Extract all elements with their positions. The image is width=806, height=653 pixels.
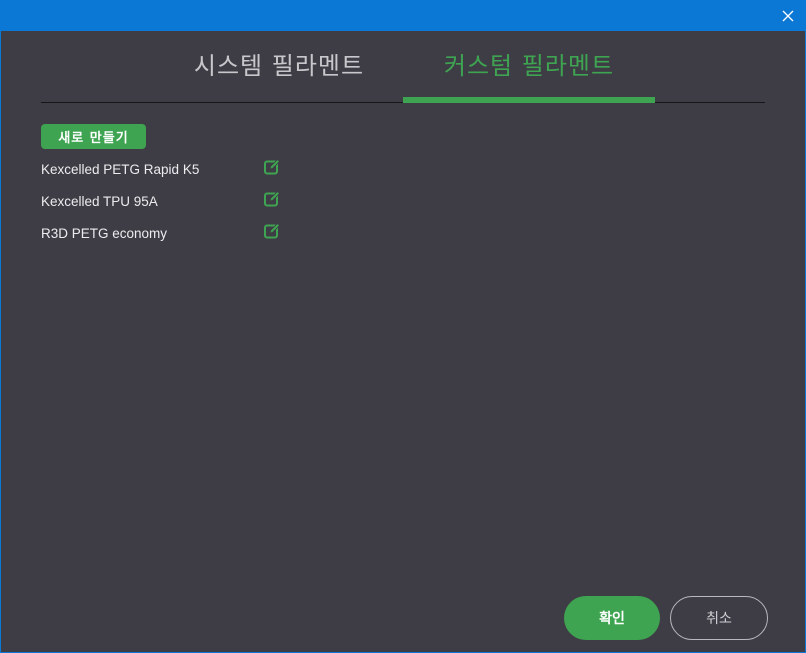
ok-button[interactable]: 확인 [564, 596, 660, 640]
tab-custom-label: 커스텀 필라멘트 [443, 52, 615, 80]
cancel-button[interactable]: 취소 [670, 596, 768, 640]
close-icon [782, 10, 794, 22]
list-item: R3D PETG economy [41, 217, 301, 249]
filament-label: Kexcelled PETG Rapid K5 [41, 161, 200, 177]
close-button[interactable] [777, 5, 799, 27]
edit-icon[interactable] [263, 158, 281, 176]
list-item: Kexcelled PETG Rapid K5 [41, 153, 301, 185]
tab-system-label: 시스템 필라멘트 [193, 52, 365, 80]
active-tab-indicator [403, 97, 655, 103]
title-bar [1, 1, 805, 31]
list-item: Kexcelled TPU 95A [41, 185, 301, 217]
tab-custom-filament[interactable]: 커스텀 필라멘트 [403, 31, 655, 102]
filament-label: Kexcelled TPU 95A [41, 193, 158, 209]
new-filament-button[interactable]: 새로 만들기 [41, 124, 146, 149]
filament-label: R3D PETG economy [41, 225, 168, 241]
edit-icon[interactable] [263, 190, 281, 208]
tab-bar: 시스템 필라멘트 커스텀 필라멘트 [41, 31, 765, 103]
filament-list: Kexcelled PETG Rapid K5 Kexcelled TPU 95… [41, 153, 301, 249]
filament-dialog: 시스템 필라멘트 커스텀 필라멘트 새로 만들기 Kexcelled PETG … [0, 0, 806, 653]
edit-icon[interactable] [263, 222, 281, 240]
tab-system-filament[interactable]: 시스템 필라멘트 [153, 31, 405, 102]
